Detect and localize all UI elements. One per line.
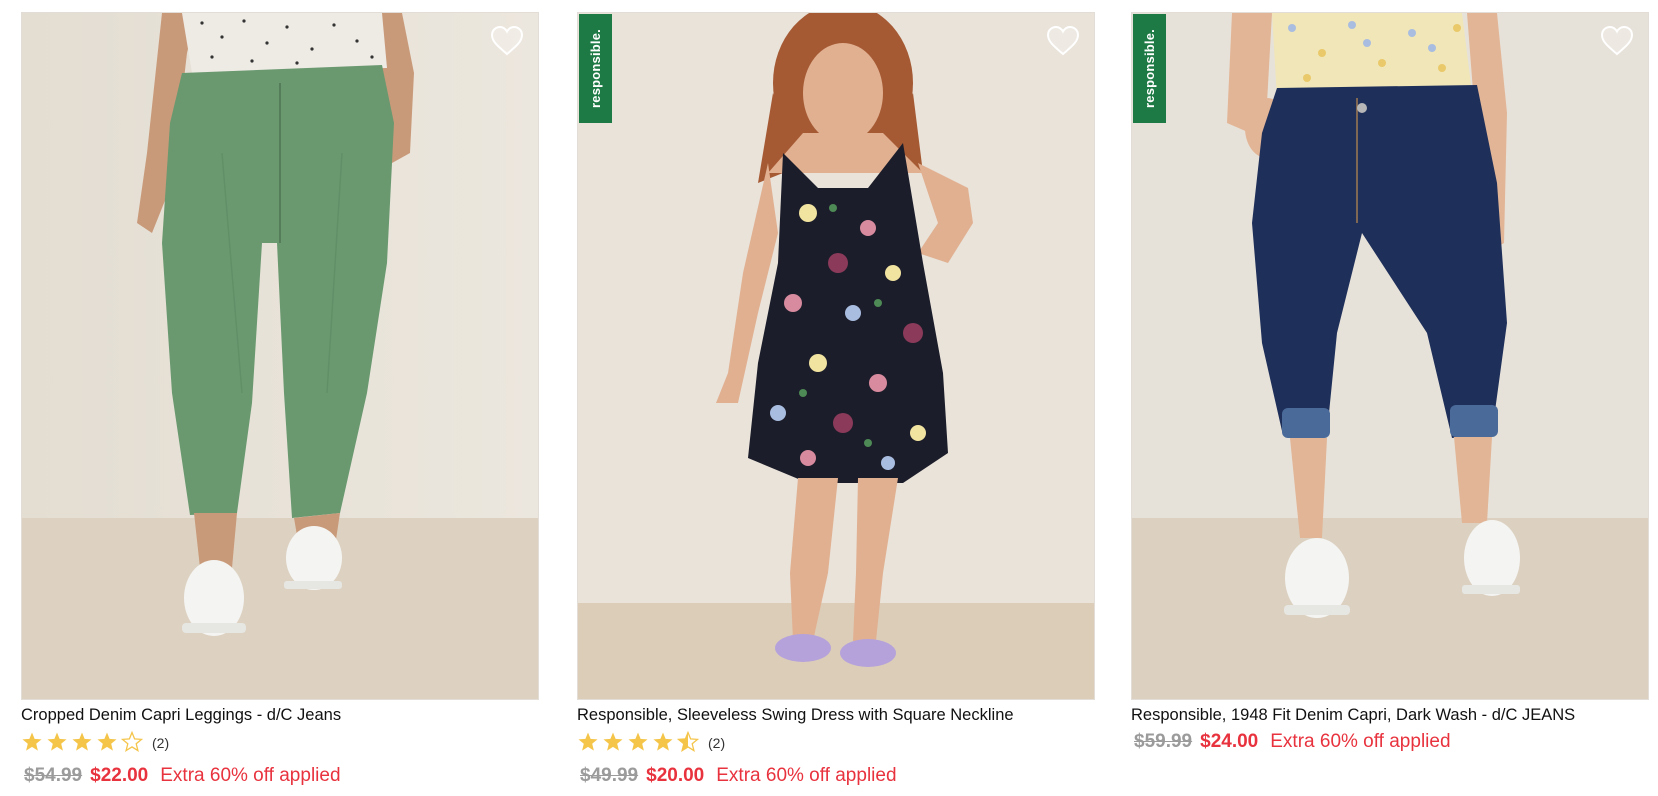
rating-stars [577,731,702,755]
star-full-icon [21,731,46,755]
rating-count: (2) [152,735,170,751]
product-name[interactable]: Responsible, Sleeveless Swing Dress with… [577,706,1095,725]
responsible-badge: responsible. [579,14,612,123]
product-rating[interactable]: (2) [577,731,1095,755]
sale-price: $20.00 [646,765,705,786]
sale-price: $24.00 [1200,731,1259,752]
product-card: Cropped Denim Capri Leggings - d/C Jeans… [21,12,539,787]
rating-count: (2) [708,735,726,751]
wishlist-button[interactable] [1600,25,1634,57]
price-row: $49.99 $20.00 Extra 60% off applied [577,765,1095,787]
product-name[interactable]: Cropped Denim Capri Leggings - d/C Jeans [21,706,539,725]
star-full-icon [602,731,627,755]
star-half-icon [677,731,702,755]
original-price: $54.99 [24,765,83,786]
star-full-icon [652,731,677,755]
heart-outline-icon [490,25,524,56]
product-photo-swing-dress [578,13,1094,699]
rating-stars [21,731,146,755]
responsible-badge: responsible. [1133,14,1166,123]
product-photo-capri-leggings [22,13,538,699]
wishlist-button[interactable] [490,25,524,57]
promo-text: Extra 60% off applied [716,765,897,786]
wishlist-button[interactable] [1046,25,1080,57]
sale-price: $22.00 [90,765,149,786]
product-image[interactable]: responsible. [577,12,1095,700]
product-photo-denim-capri [1132,13,1648,699]
product-card: responsible. Responsible, Sleeveless Swi… [577,12,1095,787]
product-image[interactable]: responsible. [1131,12,1649,700]
promo-text: Extra 60% off applied [160,765,341,786]
star-full-icon [96,731,121,755]
price-row: $54.99 $22.00 Extra 60% off applied [21,765,539,787]
product-grid: Cropped Denim Capri Leggings - d/C Jeans… [0,0,1658,796]
product-image[interactable] [21,12,539,700]
price-row: $59.99 $24.00 Extra 60% off applied [1131,731,1649,753]
product-name[interactable]: Responsible, 1948 Fit Denim Capri, Dark … [1131,706,1649,725]
original-price: $59.99 [1134,731,1193,752]
heart-outline-icon [1046,25,1080,56]
promo-text: Extra 60% off applied [1270,731,1451,752]
star-empty-icon [121,731,146,755]
heart-outline-icon [1600,25,1634,56]
star-full-icon [46,731,71,755]
star-full-icon [71,731,96,755]
star-full-icon [627,731,652,755]
product-rating[interactable]: (2) [21,731,539,755]
original-price: $49.99 [580,765,639,786]
product-card: responsible. Responsible, 1948 Fit Denim… [1131,12,1649,753]
star-full-icon [577,731,602,755]
